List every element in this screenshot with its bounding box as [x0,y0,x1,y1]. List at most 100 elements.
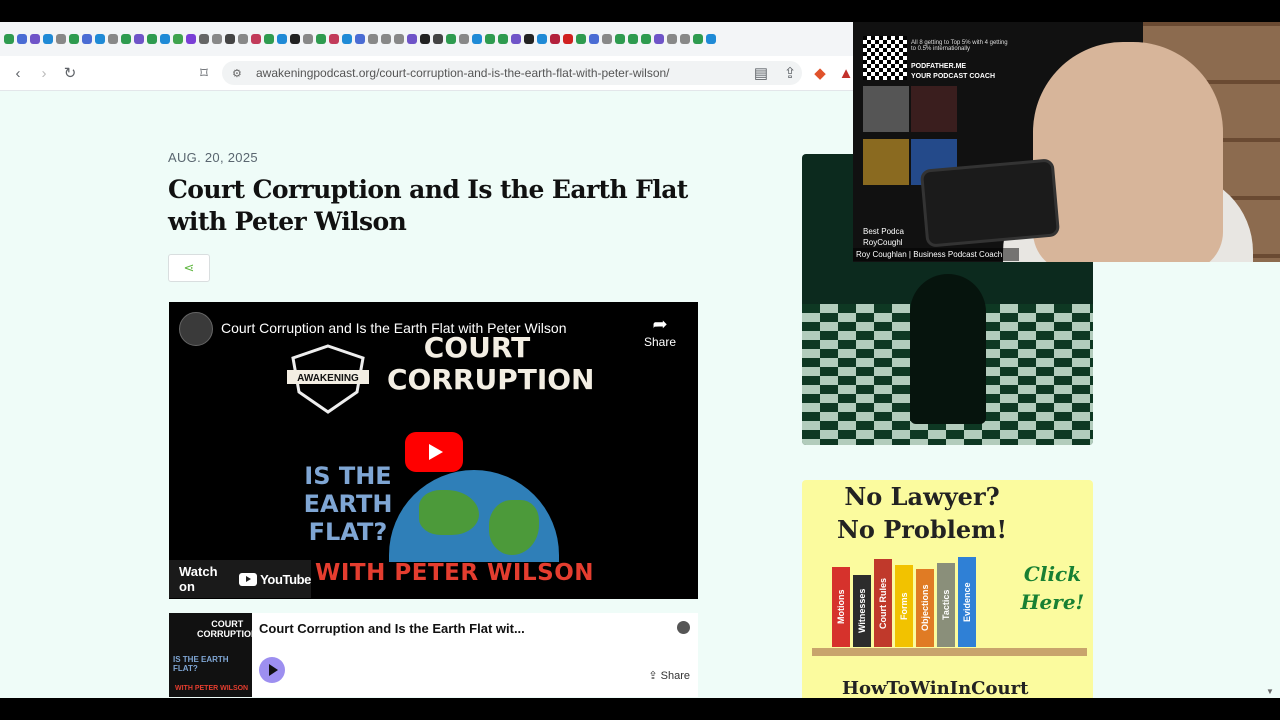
bookmark-favicon-icon[interactable] [212,34,222,44]
bookmark-favicon-icon[interactable] [641,34,651,44]
bookmark-favicon-icon[interactable] [4,34,14,44]
bookmark-favicon-icon[interactable] [147,34,157,44]
webcam-caption: Roy Coughlan | Business Podcast Coach [853,248,1019,261]
episode-share-button[interactable]: ⇪ Share [648,669,690,682]
share-button[interactable]: ⋖ [168,254,210,282]
youtube-embed[interactable]: Court Corruption and Is the Earth Flat w… [169,302,698,599]
bookmark-favicon-icon[interactable] [160,34,170,44]
watch-on-youtube[interactable]: Watch on YouTube [169,560,311,598]
art-line-1: COURT [423,331,531,364]
bookmark-favicon-icon[interactable] [121,34,131,44]
bookmark-favicon-icon[interactable] [550,34,560,44]
bookmark-favicon-icon[interactable] [290,34,300,44]
bookmark-favicon-icon[interactable] [459,34,469,44]
bookmark-favicon-icon[interactable] [173,34,183,44]
bookmark-favicon-icon[interactable] [511,34,521,44]
bookmark-favicon-icon[interactable] [394,34,404,44]
bookmark-favicon-icon[interactable] [56,34,66,44]
url-text: awakeningpodcast.org/court-corruption-an… [256,66,670,80]
episode-play-button[interactable] [259,657,285,683]
reader-mode-icon[interactable]: ▤ [749,61,773,85]
bookmark-favicon-icon[interactable] [485,34,495,44]
share-page-icon[interactable]: ⇪ [778,61,802,85]
bookmark-favicon-icon[interactable] [277,34,287,44]
share-icon: ⇪ [648,670,658,682]
art-line-2: CORRUPTION [387,363,595,396]
bookmark-favicon-icon[interactable] [134,34,144,44]
bookmark-favicon-icon[interactable] [199,34,209,44]
brand-line-1: PODFATHER.ME [911,63,967,70]
play-icon [429,444,443,460]
bookmark-icon[interactable]: ⌑ [192,61,216,85]
promo-text: All 8 getting to Top 5% with 4 getting t… [911,40,1008,52]
law-ad-banner[interactable]: No Lawyer? No Problem! Motions Witnesses C… [802,480,1093,698]
ad-site-name[interactable]: HowToWinInCourt [842,678,1028,698]
episode-artwork[interactable]: COURT CORRUPTION IS THE EARTH FLAT? WITH… [169,613,252,697]
bookmark-favicon-icon[interactable] [355,34,365,44]
channel-avatar[interactable] [179,312,213,346]
panel-caption: Best Podca RoyCoughl [863,226,904,248]
bookmark-favicon-icon[interactable] [602,34,612,44]
spotify-icon[interactable] [677,621,690,634]
bookmark-favicon-icon[interactable] [186,34,196,44]
bookmark-favicon-icon[interactable] [524,34,534,44]
bookmark-favicon-icon[interactable] [17,34,27,44]
bookmark-favicon-icon[interactable] [706,34,716,44]
address-bar[interactable]: ⚙ awakeningpodcast.org/court-corruption-… [222,61,802,85]
webcam-overlay: All 8 getting to Top 5% with 4 getting t… [853,22,1280,262]
bookmark-favicon-icon[interactable] [264,34,274,44]
scrollbar[interactable]: ▼ [1264,282,1276,698]
bookmark-favicon-icon[interactable] [498,34,508,44]
book-spine: Motions [832,567,850,647]
bookmark-favicon-icon[interactable] [628,34,638,44]
bookmark-favicon-icon[interactable] [576,34,586,44]
site-settings-icon[interactable]: ⚙ [232,67,242,80]
bookmark-favicon-icon[interactable] [69,34,79,44]
presenter [1033,42,1223,262]
earth-globe-art [389,470,559,562]
bookmark-favicon-icon[interactable] [238,34,248,44]
name-fragment: RoyCoughl [863,238,903,247]
bookmark-favicon-icon[interactable] [303,34,313,44]
bookmark-favicon-icon[interactable] [589,34,599,44]
bookmark-favicon-icon[interactable] [667,34,677,44]
play-button[interactable] [405,432,463,472]
bookmark-favicon-icon[interactable] [433,34,443,44]
thumb-question: IS THE EARTH FLAT? [173,655,229,673]
bookmark-favicon-icon[interactable] [693,34,703,44]
reload-icon[interactable]: ↻ [58,61,82,85]
back-icon[interactable]: ‹ [6,61,30,85]
brave-shield-icon[interactable]: ◆ [808,61,832,85]
bookmark-favicon-icon[interactable] [537,34,547,44]
bookmark-favicon-icon[interactable] [472,34,482,44]
bookmark-favicon-icon[interactable] [563,34,573,44]
click-here-link[interactable]: Click Here! [1012,560,1093,616]
bookmark-favicon-icon[interactable] [329,34,339,44]
spotify-embed[interactable]: COURT CORRUPTION IS THE EARTH FLAT? WITH… [169,613,698,697]
forward-icon[interactable]: › [32,61,56,85]
episode-title[interactable]: Court Corruption and Is the Earth Flat w… [259,621,525,636]
book-row: Motions Witnesses Court Rules Forms Objectio… [832,555,982,647]
bookmark-favicon-icon[interactable] [316,34,326,44]
bookmark-favicon-icon[interactable] [108,34,118,44]
video-share-button[interactable]: ➦ Share [644,314,676,349]
bookmark-favicon-icon[interactable] [95,34,105,44]
bookmark-favicon-icon[interactable] [30,34,40,44]
bookmark-favicon-icon[interactable] [368,34,378,44]
bookmark-favicon-icon[interactable] [654,34,664,44]
bookmark-favicon-icon[interactable] [381,34,391,44]
bookmark-favicon-icon[interactable] [407,34,417,44]
bookmark-favicon-icon[interactable] [342,34,352,44]
scroll-down-icon[interactable]: ▼ [1266,687,1274,696]
bookmark-favicon-icon[interactable] [82,34,92,44]
bookmark-favicon-icon[interactable] [43,34,53,44]
book-spine: Witnesses [853,575,871,647]
thumb-guest: WITH PETER WILSON [175,685,249,692]
bookmark-favicon-icon[interactable] [420,34,430,44]
bookmark-favicon-icon[interactable] [446,34,456,44]
bookmark-favicon-icon[interactable] [251,34,261,44]
bookmark-favicon-icon[interactable] [225,34,235,44]
ad-headline-2: No Problem! [836,515,1008,544]
bookmark-favicon-icon[interactable] [615,34,625,44]
bookmark-favicon-icon[interactable] [680,34,690,44]
